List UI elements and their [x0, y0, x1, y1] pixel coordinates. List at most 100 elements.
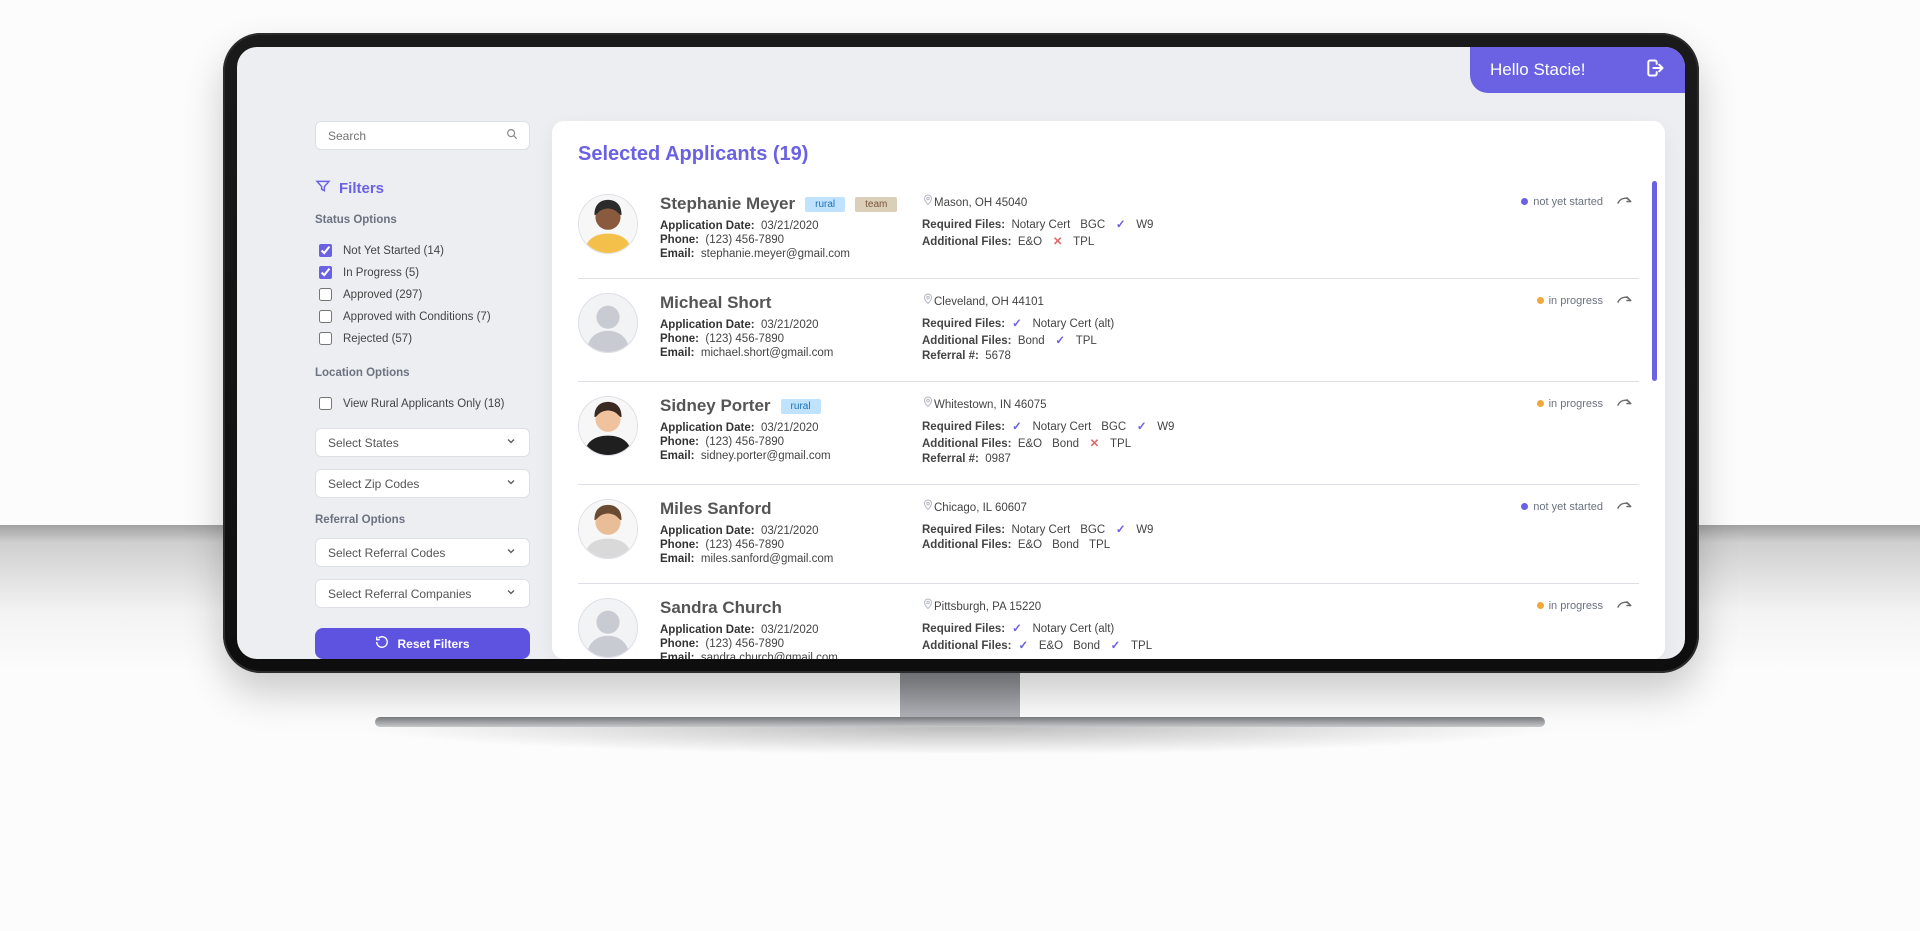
status-label: Not Yet Started (14): [343, 245, 444, 257]
status-list: Not Yet Started (14) In Progress (5) App…: [315, 238, 530, 351]
scrollbar-thumb[interactable]: [1652, 181, 1657, 381]
search-box[interactable]: [315, 121, 530, 150]
status-option[interactable]: Rejected (57): [315, 329, 530, 348]
logout-icon[interactable]: [1645, 58, 1665, 83]
cross-icon: ✕: [1052, 234, 1063, 248]
chevron-down-icon: [505, 435, 517, 450]
share-button[interactable]: [1615, 396, 1639, 468]
applicant-info: Sandra Church Application Date: 03/21/20…: [660, 598, 910, 659]
status-badge: in progress: [1537, 295, 1603, 307]
status-checkbox[interactable]: [319, 310, 332, 323]
required-files: Required Files: Notary CertBGC✓W9: [922, 522, 1603, 536]
required-files: Required Files: ✓Notary Cert (alt): [922, 316, 1603, 330]
status-dot-icon: [1537, 602, 1544, 609]
chevron-down-icon: [505, 545, 517, 560]
applicant-card[interactable]: Sidney Porterrural Application Date: 03/…: [578, 382, 1639, 485]
applicant-name: Micheal Short: [660, 293, 771, 313]
file-chip: BGC: [1080, 524, 1105, 536]
status-badge: in progress: [1537, 398, 1603, 410]
monitor-bezel: Hello Stacie!: [223, 33, 1699, 673]
status-checkbox[interactable]: [319, 332, 332, 345]
layout: Filters Status Options Not Yet Started (…: [237, 47, 1685, 659]
applicant-card[interactable]: Sandra Church Application Date: 03/21/20…: [578, 584, 1639, 659]
file-chip: E&O: [1018, 438, 1042, 450]
status-checkbox[interactable]: [319, 288, 332, 301]
avatar: [578, 396, 638, 456]
select-zip-codes[interactable]: Select Zip Codes: [315, 469, 530, 498]
tag-rural: rural: [781, 399, 821, 414]
file-chip: ✓TPL: [1110, 640, 1152, 652]
status-option[interactable]: Approved with Conditions (7): [315, 307, 530, 326]
avatar: [578, 293, 638, 353]
file-chip: BGC: [1080, 219, 1105, 231]
status-option[interactable]: Not Yet Started (14): [315, 241, 530, 260]
status-badge: not yet started: [1521, 196, 1603, 208]
share-button[interactable]: [1615, 293, 1639, 365]
sidebar: Filters Status Options Not Yet Started (…: [315, 121, 530, 659]
reset-filters-button[interactable]: Reset Filters: [315, 628, 530, 659]
scrollbar-track[interactable]: [1652, 181, 1657, 639]
share-button[interactable]: [1615, 598, 1639, 659]
rural-only-checkbox[interactable]: View Rural Applicants Only (18): [315, 394, 530, 413]
required-files: Required Files: ✓Notary Cert (alt): [922, 621, 1603, 635]
applicant-files: Mason, OH 45040 not yet started Required…: [922, 194, 1603, 262]
select-referral-companies[interactable]: Select Referral Companies: [315, 579, 530, 608]
referral-line: Referral #: 5678: [922, 350, 1603, 362]
filters-heading: Filters: [315, 178, 530, 198]
status-options-title: Status Options: [315, 214, 530, 226]
status-dot-icon: [1521, 503, 1528, 510]
tag-rural: rural: [805, 197, 845, 212]
tag-team: team: [855, 197, 897, 212]
share-button[interactable]: [1615, 194, 1639, 262]
location: Cleveland, OH 44101: [922, 293, 1044, 308]
select-states[interactable]: Select States: [315, 428, 530, 457]
file-chip: Notary Cert: [1011, 524, 1070, 536]
search-input[interactable]: [326, 128, 505, 144]
app-screen: Hello Stacie!: [237, 47, 1685, 659]
additional-files: Additional Files: E&O✕TPL: [922, 234, 1603, 248]
referral-line: Referral #: 0987: [922, 453, 1603, 465]
status-checkbox[interactable]: [319, 244, 332, 257]
status-dot-icon: [1521, 198, 1528, 205]
applicant-card[interactable]: Stephanie Meyerruralteam Application Dat…: [578, 180, 1639, 279]
select-zip-label: Select Zip Codes: [328, 477, 419, 491]
applicant-card[interactable]: Micheal Short Application Date: 03/21/20…: [578, 279, 1639, 382]
location: Chicago, IL 60607: [922, 499, 1027, 514]
avatar: [578, 499, 638, 559]
additional-files: Additional Files: ✓E&OBond✓TPL: [922, 638, 1603, 652]
chevron-down-icon: [505, 476, 517, 491]
check-icon: ✓: [1115, 217, 1126, 231]
check-icon: ✓: [1055, 333, 1066, 347]
rural-only-input[interactable]: [319, 397, 332, 410]
share-button[interactable]: [1615, 499, 1639, 567]
avatar: [578, 598, 638, 658]
greeting-text: Hello Stacie!: [1490, 60, 1585, 80]
funnel-icon: [315, 178, 331, 198]
status-badge: not yet started: [1521, 501, 1603, 513]
status-checkbox[interactable]: [319, 266, 332, 279]
status-dot-icon: [1537, 400, 1544, 407]
select-referral-companies-label: Select Referral Companies: [328, 587, 471, 601]
select-referral-codes[interactable]: Select Referral Codes: [315, 538, 530, 567]
check-icon: ✓: [1011, 419, 1022, 433]
applicant-name: Sandra Church: [660, 598, 782, 618]
applicant-info: Micheal Short Application Date: 03/21/20…: [660, 293, 910, 365]
file-chip: BGC: [1101, 421, 1126, 433]
check-icon: ✓: [1018, 638, 1029, 652]
undo-icon: [375, 635, 389, 652]
location-options-title: Location Options: [315, 367, 530, 379]
file-chip: ✓W9: [1115, 524, 1153, 536]
check-icon: ✓: [1011, 316, 1022, 330]
applicant-info: Stephanie Meyerruralteam Application Dat…: [660, 194, 910, 262]
file-chip: Bond: [1052, 539, 1079, 551]
location: Mason, OH 45040: [922, 194, 1027, 209]
status-option[interactable]: Approved (297): [315, 285, 530, 304]
file-chip: ✓Notary Cert (alt): [1011, 623, 1114, 635]
check-icon: ✓: [1011, 621, 1022, 635]
location: Whitestown, IN 46075: [922, 396, 1047, 411]
applicant-card[interactable]: Miles Sanford Application Date: 03/21/20…: [578, 485, 1639, 584]
header-ribbon: Hello Stacie!: [1470, 47, 1685, 93]
status-label: In Progress (5): [343, 267, 419, 279]
file-chip: Bond: [1073, 640, 1100, 652]
status-option[interactable]: In Progress (5): [315, 263, 530, 282]
